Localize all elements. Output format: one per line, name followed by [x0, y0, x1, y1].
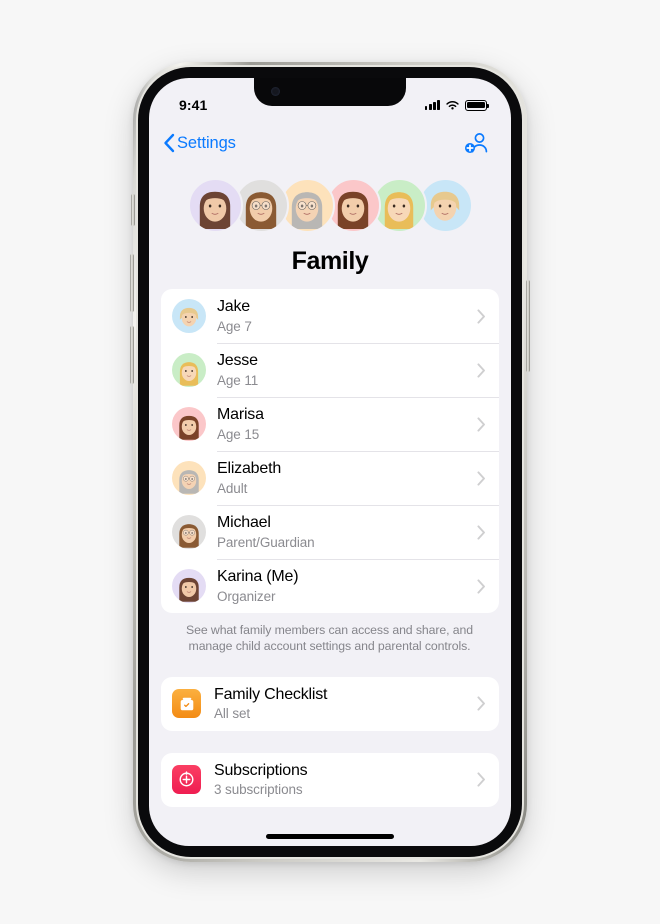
- subscriptions-row[interactable]: Subscriptions 3 subscriptions: [161, 753, 499, 807]
- member-detail: Age 15: [217, 426, 260, 442]
- cellular-bars-icon: [424, 100, 440, 110]
- device-notch: [254, 78, 406, 106]
- family-member-row[interactable]: Elizabeth Adult: [161, 451, 499, 505]
- member-avatar: [172, 299, 206, 333]
- member-text: Michael Parent/Guardian: [217, 505, 477, 558]
- family-members-footnote: See what family members can access and s…: [186, 623, 473, 654]
- member-text: Marisa Age 15: [217, 397, 477, 450]
- family-avatar-karina[interactable]: [187, 178, 243, 233]
- chevron-right-icon: [477, 308, 485, 324]
- member-detail: Age 7: [217, 318, 252, 334]
- section-gap-2: [149, 731, 511, 753]
- member-name: Marisa: [217, 406, 264, 424]
- member-avatar: [172, 515, 206, 549]
- home-indicator[interactable]: [266, 834, 394, 839]
- family-checklist-title: Family Checklist: [214, 686, 328, 704]
- chevron-right-icon: [477, 696, 485, 711]
- mute-switch[interactable]: [131, 194, 135, 226]
- family-member-row[interactable]: Marisa Age 15: [161, 397, 499, 451]
- page-title: Family: [291, 247, 369, 275]
- navigation-bar: Settings: [149, 122, 511, 164]
- status-bar-indicators: [424, 99, 489, 111]
- chevron-right-icon: [477, 524, 485, 540]
- back-to-settings-button[interactable]: Settings: [163, 133, 236, 153]
- volume-down-button[interactable]: [130, 326, 134, 384]
- chevron-right-icon: [477, 772, 485, 787]
- member-name: Jesse: [217, 352, 258, 370]
- family-checklist-text: Family Checklist All set: [214, 677, 477, 730]
- member-avatar: [172, 407, 206, 441]
- subscriptions-icon: [172, 765, 201, 795]
- family-checklist-detail: All set: [214, 706, 251, 722]
- volume-up-button[interactable]: [130, 254, 134, 312]
- member-detail: Organizer: [217, 588, 276, 604]
- chevron-right-icon: [477, 416, 485, 432]
- chevron-right-icon: [477, 470, 485, 486]
- chevron-right-icon: [477, 362, 485, 378]
- family-checklist-row[interactable]: Family Checklist All set: [161, 677, 499, 731]
- member-text: Jesse Age 11: [217, 343, 477, 396]
- member-name: Michael: [217, 514, 271, 532]
- status-bar-time: 9:41: [179, 97, 208, 113]
- family-member-row[interactable]: Michael Parent/Guardian: [161, 505, 499, 559]
- front-camera-icon: [271, 87, 280, 96]
- family-members-list: Jake Age 7 Jesse Age 11 Marisa Age 15 El…: [161, 289, 499, 613]
- add-person-icon: [465, 133, 488, 153]
- chevron-left-icon: [164, 133, 175, 153]
- subscriptions-text: Subscriptions 3 subscriptions: [214, 753, 477, 806]
- subscriptions-section: Subscriptions 3 subscriptions: [161, 752, 499, 807]
- iphone-device: 9:41 Settings Family Jake Age 7 Jesse Ag…: [130, 62, 530, 862]
- subscriptions-detail: 3 subscriptions: [214, 782, 303, 798]
- add-family-member-button[interactable]: [463, 131, 491, 155]
- member-avatar: [172, 353, 206, 387]
- member-detail: Parent/Guardian: [217, 534, 315, 550]
- wifi-icon: [446, 100, 459, 110]
- member-text: Elizabeth Adult: [217, 451, 477, 504]
- back-button-label: Settings: [177, 133, 236, 152]
- member-name: Jake: [217, 298, 250, 316]
- phone-screen: 9:41 Settings Family Jake Age 7 Jesse Ag…: [149, 78, 511, 846]
- family-checklist-icon: [172, 689, 201, 719]
- power-button[interactable]: [526, 280, 530, 372]
- family-avatar-cluster: [149, 164, 511, 237]
- member-name: Elizabeth: [217, 460, 282, 478]
- member-text: Jake Age 7: [217, 289, 477, 342]
- member-detail: Age 11: [217, 372, 259, 388]
- family-checklist-section: Family Checklist All set: [161, 676, 499, 731]
- subscriptions-title: Subscriptions: [214, 762, 308, 780]
- member-avatar: [172, 461, 206, 495]
- battery-full-icon: [465, 99, 489, 111]
- chevron-right-icon: [477, 578, 485, 594]
- family-member-row[interactable]: Jake Age 7: [161, 289, 499, 343]
- family-member-row[interactable]: Jesse Age 11: [161, 343, 499, 397]
- member-avatar: [172, 569, 206, 603]
- settings-content: Family Jake Age 7 Jesse Age 11 Marisa Ag…: [149, 164, 511, 846]
- family-member-row[interactable]: Karina (Me) Organizer: [161, 559, 499, 613]
- member-name: Karina (Me): [217, 568, 299, 586]
- member-text: Karina (Me) Organizer: [217, 559, 477, 612]
- member-detail: Adult: [217, 480, 248, 496]
